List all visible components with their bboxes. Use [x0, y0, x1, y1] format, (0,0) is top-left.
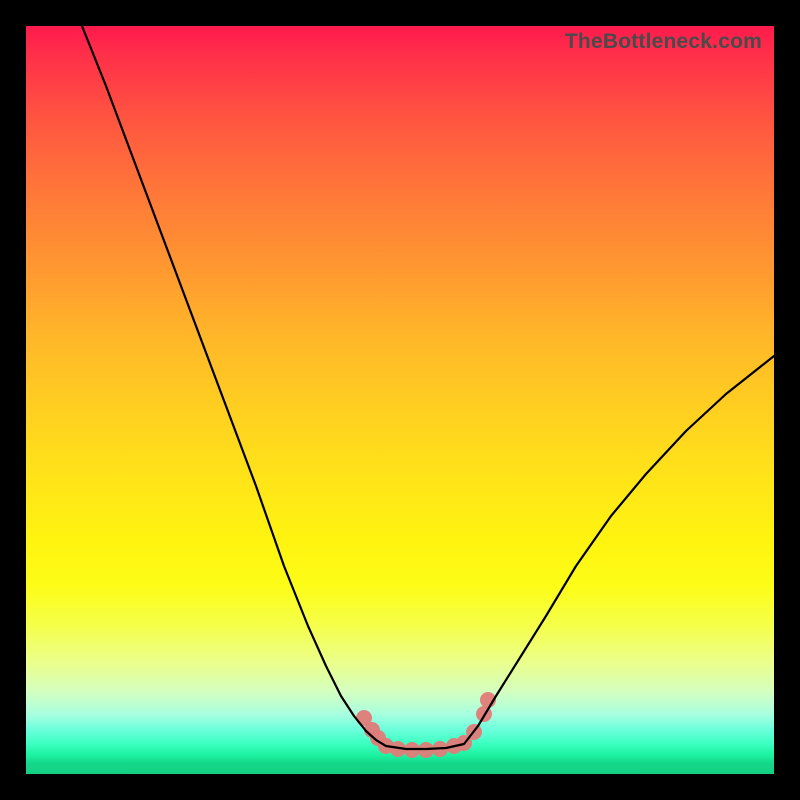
plot-area: TheBottleneck.com: [26, 26, 774, 774]
curve-layer: [26, 26, 774, 774]
bottleneck-curve-path: [82, 26, 774, 749]
chart-frame: TheBottleneck.com: [0, 0, 800, 800]
